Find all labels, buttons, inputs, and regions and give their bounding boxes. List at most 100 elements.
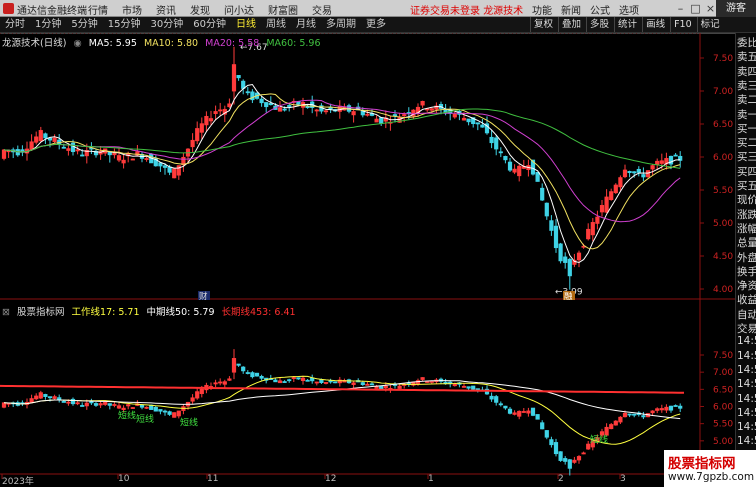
chart-tool-button[interactable]: 统计 [614, 17, 640, 32]
grid-dot [596, 33, 597, 34]
menu-item-ask[interactable]: 问小达 [224, 2, 254, 17]
sub-candle [609, 424, 614, 430]
period-tab[interactable]: 分时 [3, 18, 27, 32]
chart-tool-button[interactable]: 多股 [586, 17, 612, 32]
grid-dot [236, 33, 237, 34]
period-tab[interactable]: 多周期 [324, 18, 358, 32]
grid-dot [560, 33, 561, 34]
sub-candle [167, 411, 172, 415]
menu-item-trade[interactable]: 交易 [312, 2, 332, 17]
side-panel-row: 14:5 [737, 335, 756, 348]
guest-button[interactable]: 游客 [716, 0, 756, 17]
side-panel-row: 交易 [737, 323, 756, 335]
main-axis-label: 6.00 [713, 153, 733, 163]
period-tab[interactable]: 1分钟 [33, 18, 63, 32]
indicator-close-icon[interactable]: ⊠ [2, 307, 10, 318]
sub-candle [489, 395, 494, 400]
kline-chart[interactable]: 7.50 7.00 6.50 6.00 5.50 5.00 4.50 4.00 7.50 7.00… [0, 33, 735, 487]
main-candle [512, 168, 517, 173]
main-candle [480, 124, 485, 128]
main-axis-label: 5.50 [713, 186, 733, 196]
window-controls: – □ × [673, 0, 718, 17]
period-tab[interactable]: 周线 [264, 18, 288, 32]
main-candle [34, 136, 39, 143]
minimize-icon[interactable]: – [673, 0, 688, 17]
grid-dot [400, 33, 401, 34]
grid-dot [456, 33, 457, 34]
main-candle [461, 117, 467, 121]
menu-item-wealth[interactable]: 财富圈 [268, 2, 298, 17]
grid-dot [68, 33, 69, 34]
period-tab[interactable]: 日线 [234, 18, 258, 32]
sub-candle [61, 401, 66, 403]
grid-dot [248, 33, 249, 34]
maximize-icon[interactable]: □ [688, 0, 703, 17]
sub-axis-label: 6.50 [713, 385, 733, 395]
grid-dot [260, 33, 261, 34]
main-candle [38, 130, 43, 142]
chart-tool-button[interactable]: 复权 [530, 17, 556, 32]
menu-item-headlines[interactable]: 新闻 [561, 2, 581, 17]
main-candle [70, 142, 76, 153]
main-candle [636, 168, 641, 173]
chevron-down-icon[interactable]: ◉ [73, 38, 81, 49]
side-panel-row: 卖三 [737, 79, 756, 92]
chart-tools: 复权 叠加 多股 统计 画线 F10 标记 [530, 17, 725, 32]
grid-dot [212, 33, 213, 34]
chart-tool-button[interactable]: 标记 [696, 17, 723, 32]
menu-item-news[interactable]: 资讯 [156, 2, 176, 17]
menu-item-options[interactable]: 选项 [619, 2, 639, 17]
grid-dot [468, 33, 469, 34]
grid-dot [328, 33, 329, 34]
sub-candle [544, 430, 549, 438]
login-notice[interactable]: 证券交易未登录 龙源技术 [410, 2, 523, 17]
side-panel-row: 14:5 [737, 421, 756, 434]
grid-dot [44, 33, 45, 34]
sub-candle [93, 403, 99, 406]
grid-dot [40, 33, 41, 34]
sub-candle [383, 385, 388, 389]
chart-tool-button[interactable]: F10 [670, 17, 695, 32]
main-candle [590, 222, 595, 236]
grid-dot [12, 33, 13, 34]
period-tab[interactable]: 60分钟 [191, 18, 228, 32]
main-candle [379, 117, 384, 124]
grid-dot [344, 33, 345, 34]
sub-candle [471, 385, 476, 390]
chart-tool-button[interactable]: 叠加 [558, 17, 584, 32]
side-panel-row: 委比 [737, 37, 756, 49]
period-tab[interactable]: 5分钟 [69, 18, 99, 32]
sub-candle [190, 397, 195, 402]
chart-tool-button[interactable]: 画线 [642, 17, 668, 32]
sub-candle [291, 377, 296, 379]
grid-dot [56, 33, 57, 34]
grid-dot [88, 33, 89, 34]
grid-dot [24, 33, 25, 34]
period-tab[interactable]: 15分钟 [106, 18, 143, 32]
menu-item-market[interactable]: 市场 [122, 2, 142, 17]
period-tab[interactable]: 更多 [364, 18, 388, 32]
sub-candle [144, 406, 149, 409]
side-panel-row: 卖二 [737, 94, 756, 107]
main-candle [595, 216, 600, 224]
menu-item-discover[interactable]: 发现 [190, 2, 210, 17]
grid-dot [196, 33, 197, 34]
main-candle [208, 118, 214, 122]
grid-dot [168, 33, 169, 34]
sub-candle [66, 401, 71, 404]
period-tab[interactable]: 月线 [294, 18, 318, 32]
menu-item-function[interactable]: 功能 [532, 2, 552, 17]
grid-dot [652, 33, 653, 34]
menu-item-formula[interactable]: 公式 [590, 2, 610, 17]
period-tab[interactable]: 30分钟 [148, 18, 185, 32]
grid-dot [396, 33, 397, 34]
main-candle [47, 137, 53, 141]
sub-candle [632, 413, 637, 416]
main-candle [641, 174, 646, 178]
main-candle [259, 98, 264, 104]
sub-candle [29, 398, 34, 403]
main-candle [61, 146, 66, 149]
menu-item-quotes[interactable]: 行情 [88, 2, 108, 17]
sub-candle [176, 410, 181, 417]
sub-candle [195, 391, 200, 399]
